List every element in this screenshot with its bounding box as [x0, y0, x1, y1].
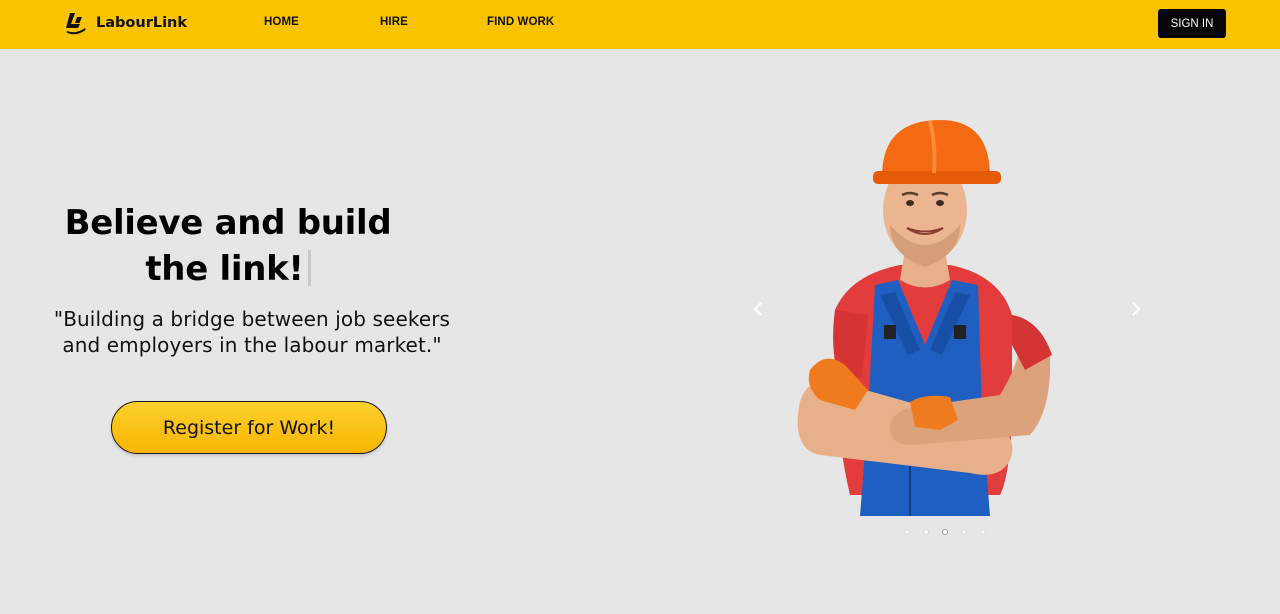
- carousel-indicator-4[interactable]: [961, 529, 967, 535]
- chevron-right-icon: [1132, 302, 1141, 316]
- hero-title: Believe and build the link!: [40, 200, 416, 292]
- register-for-work-button[interactable]: Register for Work!: [111, 401, 387, 454]
- nav-hire-link[interactable]: HIRE: [380, 16, 408, 28]
- chevron-left-icon: [753, 302, 762, 316]
- brand-name: LabourLink: [96, 15, 188, 31]
- construction-worker-image: [797, 120, 1052, 516]
- carousel-indicator-5[interactable]: [980, 529, 986, 535]
- hero-subtitle-line-1: "Building a bridge between job seekers: [53, 307, 451, 331]
- nav-home-link[interactable]: HOME: [264, 16, 299, 28]
- hero-title-text: the link!: [145, 249, 304, 289]
- carousel-indicators: [904, 529, 986, 535]
- navbar: LabourLink HOME HIRE FIND WORK SIGN IN: [0, 0, 1280, 49]
- hero-subtitle-line-2: and employers in the labour market.": [62, 333, 442, 357]
- carousel-indicator-1[interactable]: [904, 529, 910, 535]
- carousel-next-button[interactable]: [1124, 295, 1148, 323]
- sign-in-button[interactable]: SIGN IN: [1158, 9, 1226, 38]
- hero-subtitle: "Building a bridge between job seekers a…: [22, 306, 482, 358]
- typing-caret: [307, 250, 311, 286]
- image-carousel: [730, 95, 1160, 550]
- carousel-indicator-3[interactable]: [942, 529, 948, 535]
- labourlink-logo-icon: [66, 13, 86, 35]
- carousel-indicator-2[interactable]: [923, 529, 929, 535]
- hero-title-line-1: Believe and build: [64, 203, 392, 243]
- carousel-prev-button[interactable]: [746, 295, 770, 323]
- nav-find-work-link[interactable]: FIND WORK: [487, 16, 554, 28]
- brand-link[interactable]: LabourLink: [64, 11, 187, 35]
- hero-title-line-2: the link!: [40, 246, 416, 292]
